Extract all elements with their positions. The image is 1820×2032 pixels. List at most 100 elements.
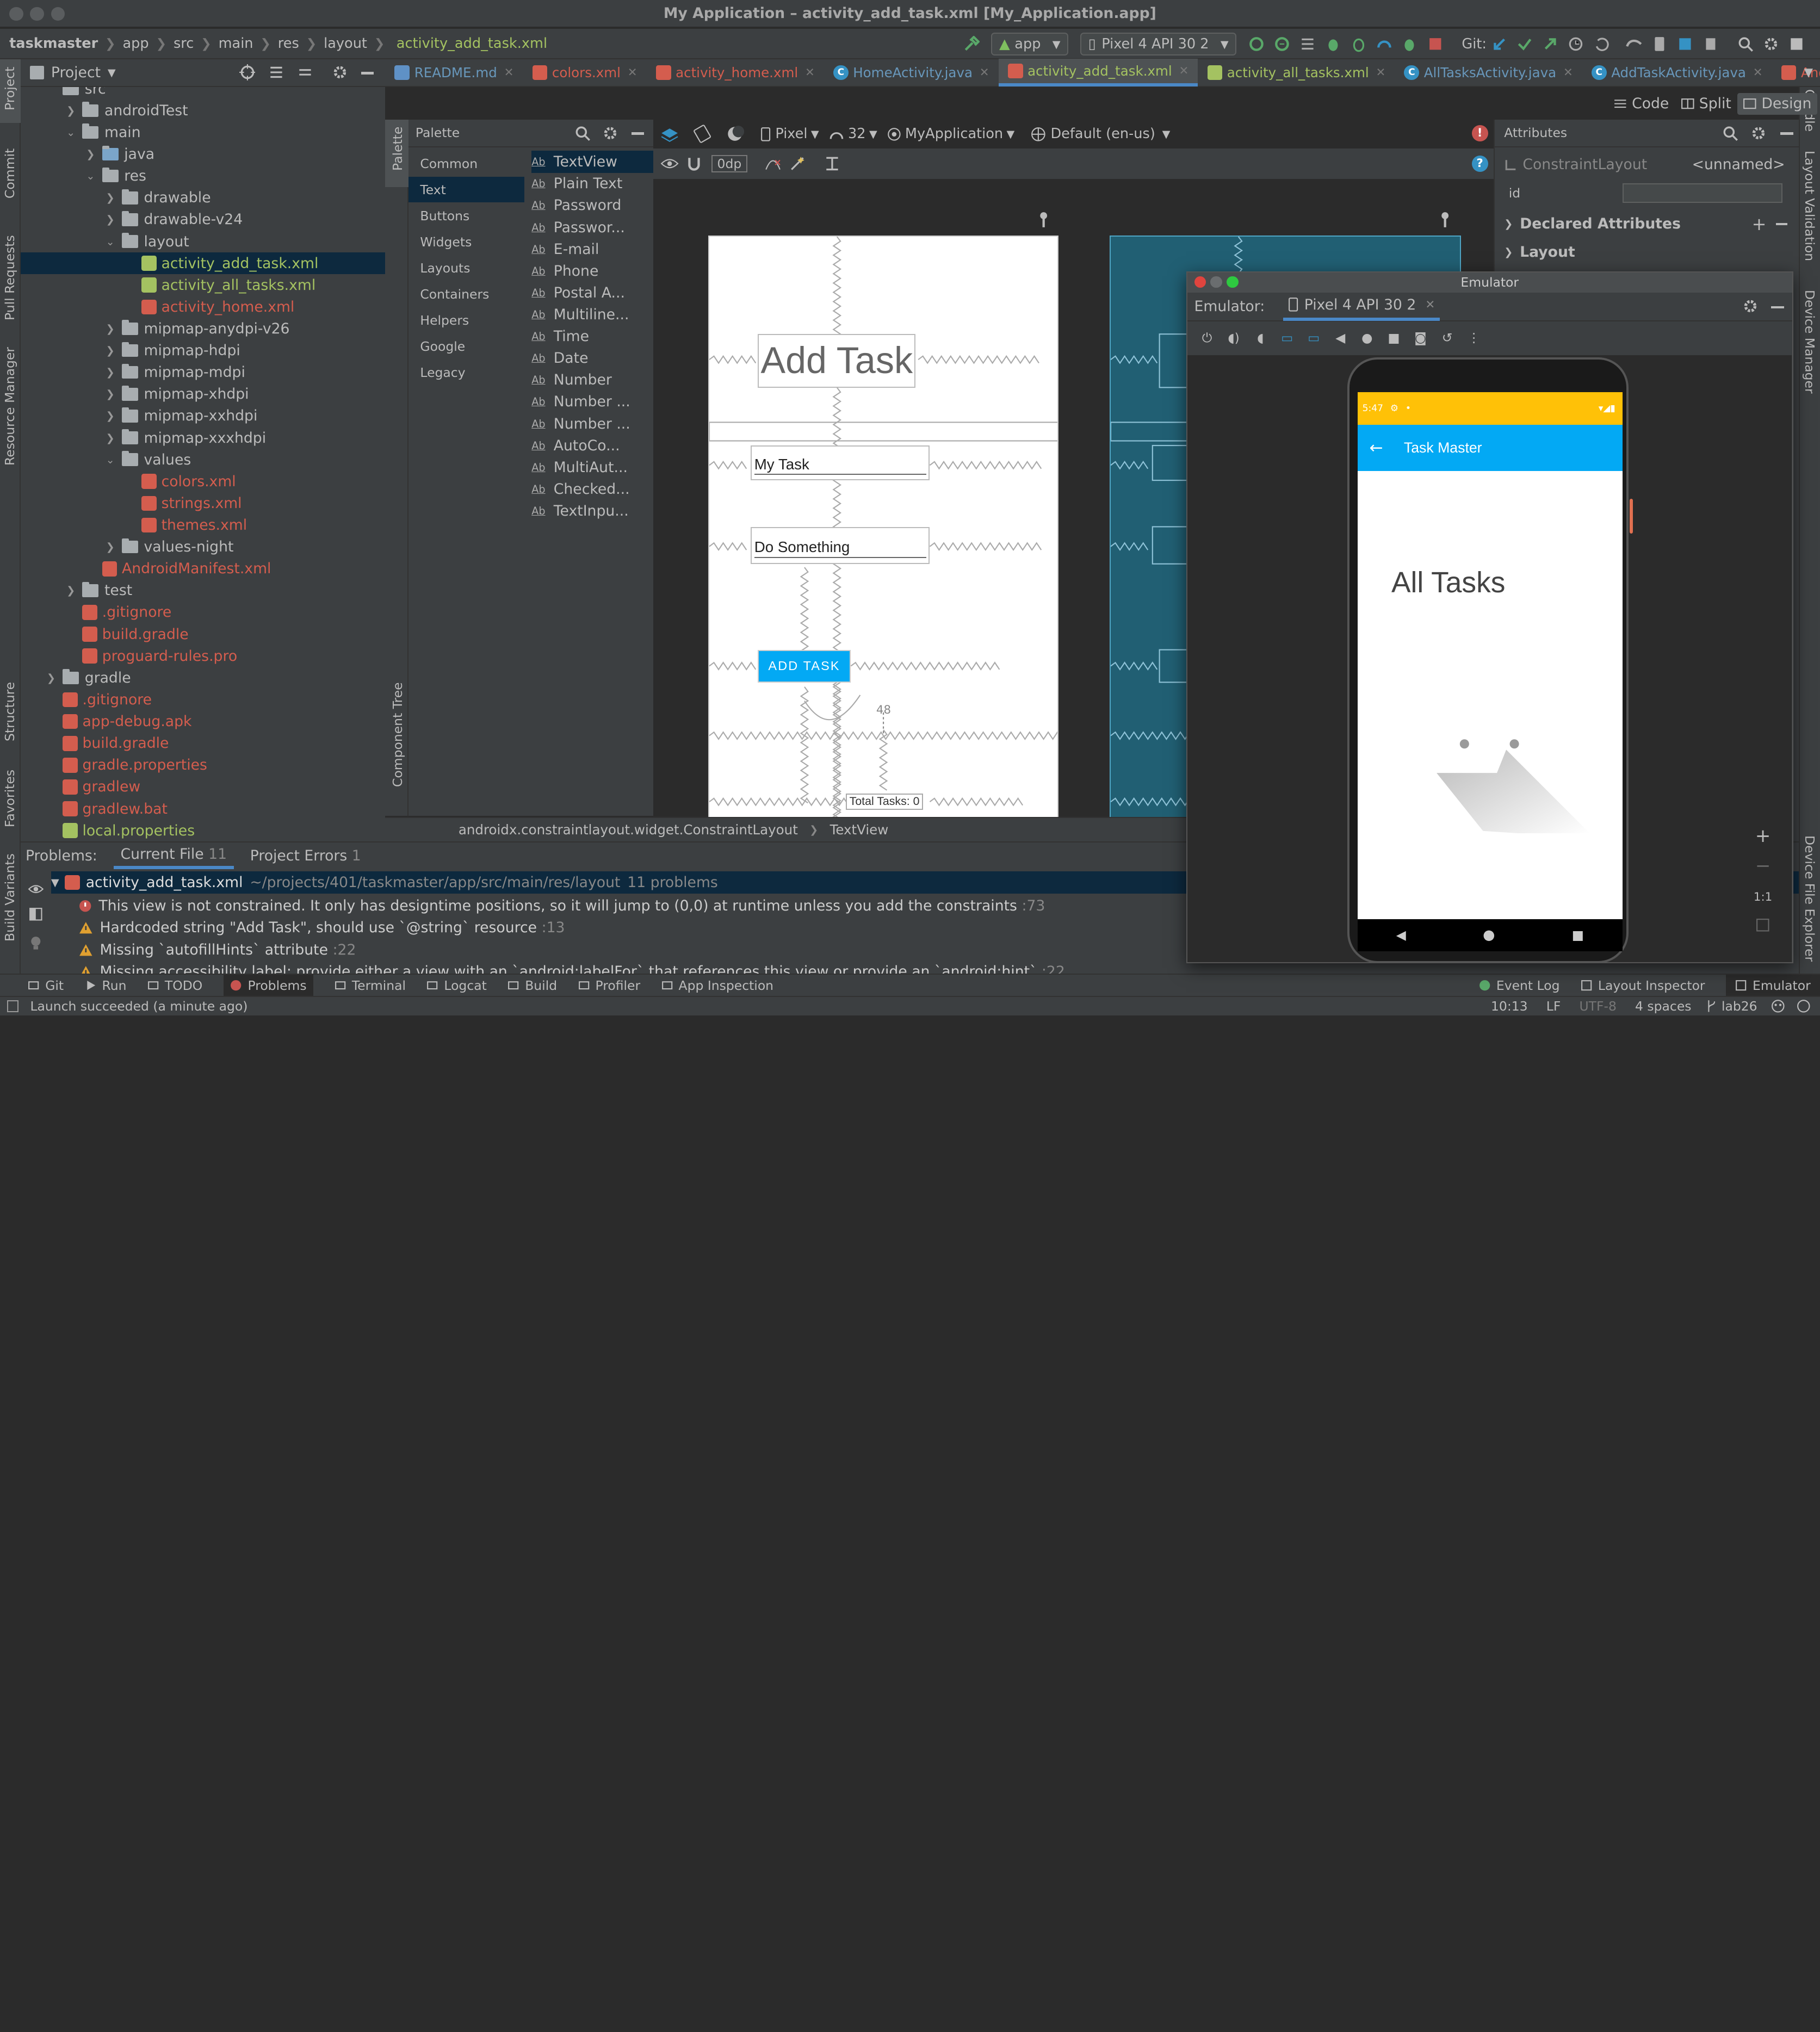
attributes-hide-icon[interactable] xyxy=(1780,132,1793,135)
nav-home-icon[interactable]: ● xyxy=(1483,927,1495,943)
palette-category[interactable]: Google xyxy=(408,333,524,359)
chevron-right-icon[interactable]: ❯ xyxy=(44,672,58,684)
palette-search-icon[interactable] xyxy=(574,125,591,141)
infer-constraints-icon[interactable] xyxy=(789,156,806,172)
debug-bug-icon[interactable] xyxy=(1320,32,1346,57)
tool-window-structure[interactable]: Structure xyxy=(2,682,17,741)
tree-item[interactable]: themes.xml xyxy=(123,514,247,536)
apply-code-changes-icon[interactable] xyxy=(1269,32,1295,57)
tree-item[interactable]: app-debug.apk xyxy=(44,710,191,733)
emulator-close-button[interactable] xyxy=(1194,276,1206,288)
tool-window-pull-requests[interactable]: Pull Requests xyxy=(2,235,17,320)
palette-settings-icon[interactable] xyxy=(602,125,618,141)
palette-item[interactable]: Ab Multiline... xyxy=(531,303,629,326)
sdk-manager-icon[interactable] xyxy=(1672,32,1698,57)
tree-item[interactable]: activity_all_tasks.xml xyxy=(123,274,315,296)
breadcrumb-textview[interactable]: TextView xyxy=(830,822,889,838)
tree-item[interactable]: ❯ androidTest xyxy=(64,100,188,122)
close-tab-icon[interactable]: ✕ xyxy=(1376,66,1385,79)
tabs-overflow-icon[interactable]: ▼ xyxy=(1804,66,1813,79)
add-task-title-view[interactable]: Add Task xyxy=(758,334,916,388)
error-indicator-icon[interactable]: ! xyxy=(1471,125,1488,142)
emulator-minimize-button[interactable] xyxy=(1210,276,1222,288)
volume-down-icon[interactable]: ◖ xyxy=(1248,330,1273,345)
tree-item[interactable]: ❯ mipmap-hdpi xyxy=(103,339,240,362)
preview-icon[interactable] xyxy=(29,907,43,921)
palette-category[interactable]: Legacy xyxy=(408,360,524,385)
help-icon[interactable]: ? xyxy=(1471,155,1488,172)
chevron-right-icon[interactable]: ❯ xyxy=(103,344,117,357)
breadcrumb-constraint-layout[interactable]: androidx.constraintlayout.widget.Constra… xyxy=(459,822,798,838)
emulator-hide-icon[interactable] xyxy=(1771,306,1784,309)
autoconnect-magnet-icon[interactable] xyxy=(686,156,702,172)
tree-item[interactable]: colors.xml xyxy=(123,470,236,493)
tab-project-errors[interactable]: Project Errors 1 xyxy=(243,842,368,869)
palette-item[interactable]: Ab Number ... xyxy=(531,391,630,413)
file-encoding[interactable]: UTF-8 xyxy=(1579,999,1616,1014)
chevron-right-icon[interactable]: ❯ xyxy=(103,366,117,379)
palette-item[interactable]: Ab Plain Text xyxy=(531,173,622,195)
tool-window-build-variants[interactable]: Build Variants xyxy=(2,853,17,941)
screenshot-camera-icon[interactable]: ◙ xyxy=(1408,330,1433,345)
back-arrow-icon[interactable]: ← xyxy=(1369,438,1383,457)
device-manager-icon[interactable] xyxy=(1646,32,1672,57)
palette-category[interactable]: Layouts xyxy=(408,255,524,281)
palette-category[interactable]: Buttons xyxy=(408,203,524,228)
tree-item[interactable]: ⌄ res xyxy=(84,165,146,187)
theme-select[interactable]: MyApplication ▼ xyxy=(887,126,1014,142)
palette-item[interactable]: Ab MultiAut... xyxy=(531,456,628,479)
inspector-smile-icon[interactable] xyxy=(1771,999,1785,1013)
tree-item[interactable]: ⌄ layout xyxy=(103,231,189,253)
clear-constraints-icon[interactable] xyxy=(764,156,782,172)
toggle-tool-windows-icon[interactable] xyxy=(7,1000,19,1012)
menu-list-icon[interactable] xyxy=(1295,32,1320,57)
close-tab-icon[interactable]: ✕ xyxy=(1753,66,1763,79)
chevron-right-icon[interactable]: ❯ xyxy=(103,432,117,444)
profiler-gauge-icon[interactable] xyxy=(1371,32,1397,57)
tree-item[interactable]: ❯ mipmap-xhdpi xyxy=(103,383,249,406)
hide-panel-icon[interactable] xyxy=(361,72,374,75)
palette-item[interactable]: Ab Checked... xyxy=(531,478,629,500)
power-button[interactable] xyxy=(1629,499,1633,534)
editor-tab[interactable]: C AllTasksActivity.java ✕ xyxy=(1395,59,1582,86)
task-description-input-view[interactable]: Do Something xyxy=(751,526,930,564)
breadcrumb-item[interactable]: activity_add_task.xml xyxy=(397,35,547,52)
tree-item[interactable]: ❯ values-night xyxy=(103,536,233,558)
close-tab-icon[interactable]: ✕ xyxy=(805,66,815,79)
emulator-settings-icon[interactable] xyxy=(1742,298,1759,314)
tree-item[interactable]: ❯ test xyxy=(64,580,132,602)
close-tab-icon[interactable]: ✕ xyxy=(504,66,514,79)
volume-up-icon[interactable]: ◖) xyxy=(1221,330,1247,345)
settings-gear-icon[interactable] xyxy=(1758,32,1784,57)
chevron-right-icon[interactable]: ❯ xyxy=(103,191,117,204)
home-icon[interactable]: ● xyxy=(1354,330,1380,345)
chevron-right-icon[interactable]: ❯ xyxy=(64,584,78,597)
chevron-right-icon[interactable]: ❯ xyxy=(103,323,117,335)
device-preview-select[interactable]: Pixel ▼ xyxy=(760,126,819,142)
tree-item[interactable]: ❯ mipmap-anydpi-v26 xyxy=(103,318,290,340)
problem-item[interactable]: This view is not constrained. It only ha… xyxy=(79,895,1045,917)
attributes-search-icon[interactable] xyxy=(1722,125,1738,141)
problem-item[interactable]: Hardcoded string "Add Task", should use … xyxy=(79,917,565,939)
component-tree-toggle[interactable]: Component Tree xyxy=(390,682,405,787)
remove-attribute-icon[interactable] xyxy=(1775,222,1787,225)
tree-item[interactable]: activity_home.xml xyxy=(123,296,294,318)
palette-item[interactable]: Ab TextView xyxy=(531,151,654,173)
git-branch[interactable]: lab26 xyxy=(1722,999,1757,1014)
tool-window-logcat[interactable]: Logcat xyxy=(426,978,487,993)
editor-tab[interactable]: activity_home.xml ✕ xyxy=(647,59,824,86)
zoom-out-icon[interactable]: − xyxy=(1748,855,1778,883)
nav-overview-icon[interactable]: ■ xyxy=(1572,927,1584,943)
close-tab-icon[interactable]: ✕ xyxy=(1425,298,1435,312)
tool-window-device-file-explorer[interactable]: Device File Explorer xyxy=(1802,835,1817,962)
add-task-button-view[interactable]: ADD TASK xyxy=(758,649,851,683)
chevron-down-icon[interactable]: ▼ xyxy=(51,876,59,889)
zoom-window-button[interactable] xyxy=(51,7,65,21)
collapse-all-icon[interactable] xyxy=(297,64,313,80)
chevron-right-icon[interactable]: ❯ xyxy=(103,410,117,422)
chevron-right-icon[interactable]: ❯ xyxy=(1504,218,1513,230)
tree-item[interactable]: strings.xml xyxy=(123,492,242,515)
close-window-button[interactable] xyxy=(9,7,23,21)
chevron-right-icon[interactable]: ❯ xyxy=(103,541,117,553)
tree-item[interactable]: .gitignore xyxy=(64,602,171,624)
